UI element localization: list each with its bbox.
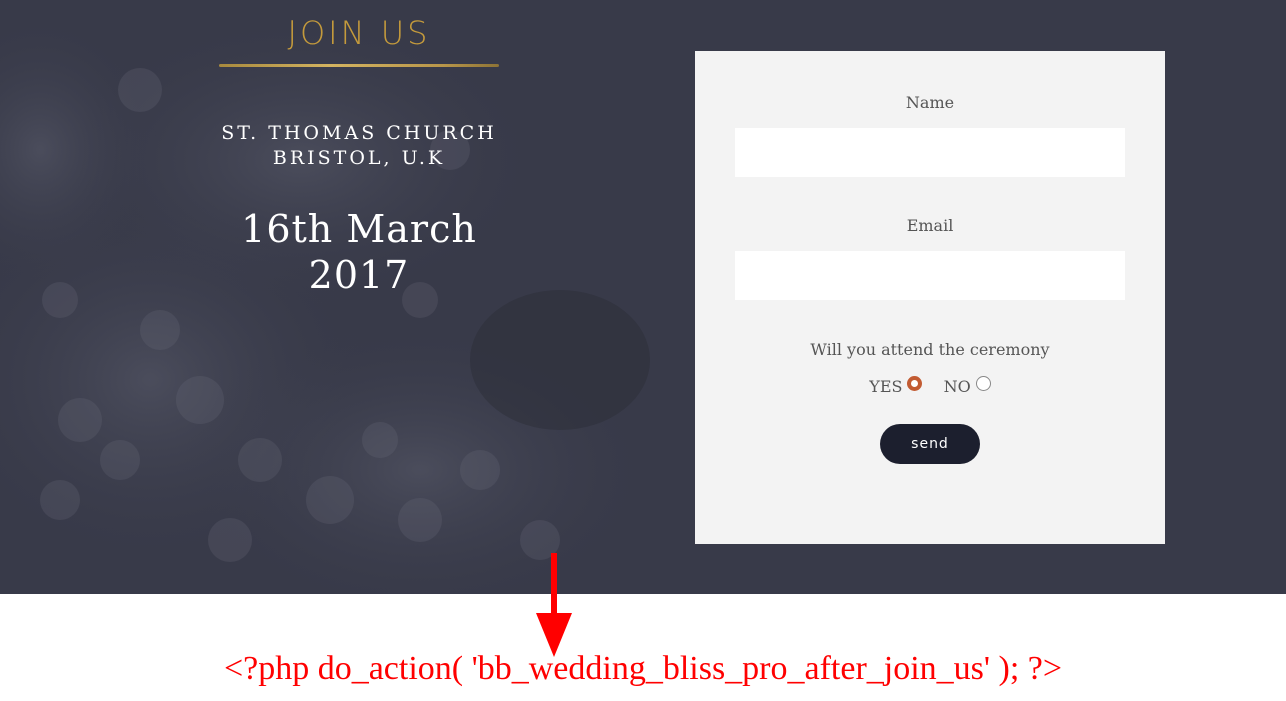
venue-city: BRISTOL, U.K (272, 147, 446, 169)
email-field[interactable] (735, 251, 1125, 300)
attend-yes-option[interactable]: YES (869, 376, 923, 396)
yes-label: YES (869, 377, 903, 396)
name-field[interactable] (735, 128, 1125, 177)
venue-text: ST. THOMAS CHURCH BRISTOL, U.K (209, 121, 509, 171)
title-underline (219, 64, 499, 67)
hook-annotation: <?php do_action( 'bb_wedding_bliss_pro_a… (223, 650, 1063, 687)
date-day-month: 16th March (241, 207, 477, 251)
attend-no-option[interactable]: NO (943, 376, 991, 396)
event-date: 16th March 2017 (209, 206, 509, 298)
name-label: Name (905, 93, 955, 112)
date-year: 2017 (308, 253, 410, 297)
attend-radio-group: YES NO (695, 376, 1165, 396)
join-us-section: JOIN US ST. THOMAS CHURCH BRISTOL, U.K 1… (0, 0, 1286, 594)
yes-radio[interactable] (907, 376, 923, 391)
attend-question: Will you attend the ceremony (810, 340, 1050, 359)
send-button[interactable]: send (880, 424, 980, 464)
arrow-down-icon (536, 553, 572, 657)
email-label: Email (906, 216, 954, 235)
section-title: JOIN US (287, 14, 431, 52)
no-radio[interactable] (975, 376, 991, 391)
venue-church: ST. THOMAS CHURCH (221, 122, 497, 144)
no-label: NO (943, 377, 971, 396)
rsvp-form: Name Email Will you attend the ceremony … (695, 51, 1165, 544)
